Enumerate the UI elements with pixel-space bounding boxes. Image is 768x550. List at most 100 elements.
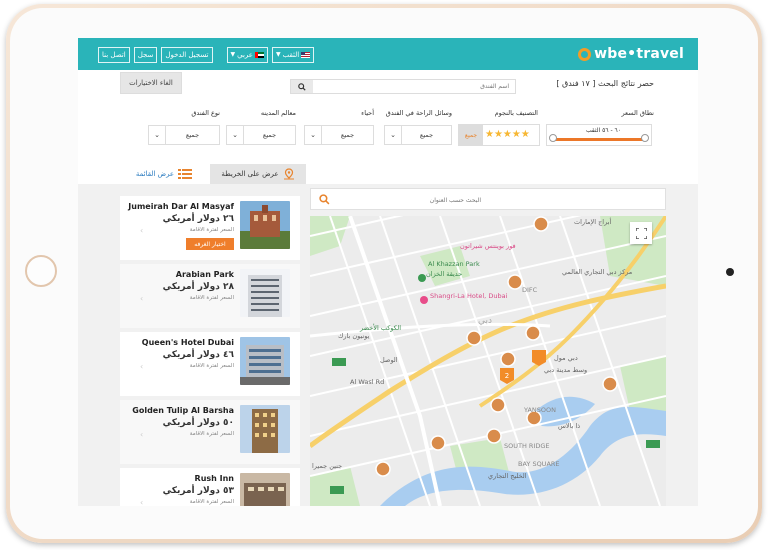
map-label: أبراج الإمارات xyxy=(574,218,612,226)
hotel-name: Jumeirah Dar Al Masyaf xyxy=(128,202,234,211)
chevron-down-icon: ⌄ xyxy=(305,126,322,144)
hotel-marker-icon[interactable] xyxy=(486,428,502,444)
hotel-marker-icon[interactable] xyxy=(507,274,523,290)
price-range-text: ٦٠ - ٥٦ الثقب xyxy=(585,127,621,134)
hotel-marker-icon[interactable] xyxy=(430,435,446,451)
hotel-marker-icon[interactable] xyxy=(375,461,391,477)
landmarks-select[interactable]: ⌄ جميع xyxy=(226,125,296,145)
chevron-left-icon: ‹ xyxy=(140,362,144,371)
amenities-label: وسائل الراحة في الفندق xyxy=(385,109,452,117)
neighborhoods-label: أحياء xyxy=(361,109,374,117)
clear-filters-button[interactable]: الغاء الاختيارات xyxy=(120,72,182,94)
hotel-search[interactable] xyxy=(290,79,516,94)
stars-all-button[interactable]: جميع xyxy=(459,125,483,145)
search-button[interactable] xyxy=(291,80,313,93)
stars-label: التصنيف بالنجوم xyxy=(494,109,538,117)
address-search-input[interactable] xyxy=(339,191,483,209)
hotel-marker-icon[interactable] xyxy=(602,376,618,392)
map-label: BAY SQUARE xyxy=(518,460,560,468)
hotel-card[interactable]: Jumeirah Dar Al Masyaf ٢٦ دولار أمريكي ا… xyxy=(120,196,300,264)
login-button[interactable]: تسجيل الدخول xyxy=(161,47,213,63)
map-label: Shangri-La Hotel, Dubai xyxy=(430,292,508,300)
hotel-card[interactable]: Golden Tulip Al Barsha ٥٠ دولار أمريكي ا… xyxy=(120,400,300,468)
hotel-photo xyxy=(240,405,290,453)
logo-text: wbe•travel xyxy=(594,46,684,62)
map-label: ذا بالاس xyxy=(558,422,581,430)
hotel-photo xyxy=(240,337,290,385)
hotel-marker-icon[interactable] xyxy=(500,351,516,367)
hotel-card[interactable]: Queen's Hotel Dubai ٤٦ دولار أمريكي السع… xyxy=(120,332,300,400)
map-label: DIFC xyxy=(522,286,538,294)
map-label: Al Khazzan Park xyxy=(428,260,480,268)
hotel-price: ٤٦ دولار أمريكي xyxy=(162,350,234,360)
clear-filters-label: الغاء الاختيارات xyxy=(129,79,173,87)
hotel-search-input[interactable] xyxy=(315,80,513,93)
tab-list-label: عرض القائمة xyxy=(135,170,175,178)
map-label: دبي xyxy=(478,316,493,326)
map-label: الكوكب الأخضر xyxy=(360,324,402,332)
brand-logo[interactable]: wbe•travel xyxy=(578,45,684,63)
chevron-left-icon: ‹ xyxy=(140,294,144,303)
price-note: السعر لفترة الاقامة xyxy=(189,499,234,505)
price-note: السعر لفترة الاقامة xyxy=(189,431,234,437)
map-label: يونيون بارك xyxy=(338,332,370,340)
map-canvas[interactable]: 2 xyxy=(310,216,666,506)
hotel-marker-icon[interactable] xyxy=(533,216,549,232)
hotel-photo xyxy=(240,269,290,317)
neighborhoods-select[interactable]: ⌄ جميع xyxy=(304,125,374,145)
hotel-marker-icon[interactable] xyxy=(466,330,482,346)
choose-room-button[interactable]: اختيار الغرفه xyxy=(186,238,234,250)
landmarks-value: جميع xyxy=(262,131,277,139)
hotel-type-value: جميع xyxy=(185,131,200,139)
list-icon xyxy=(178,169,193,179)
hotel-marker-icon[interactable] xyxy=(490,397,506,413)
tab-map-view[interactable]: عرض على الخريطة xyxy=(210,164,306,184)
register-label: سجل xyxy=(137,51,154,59)
map-label: الخليج التجاري xyxy=(488,472,527,480)
chevron-down-icon: ⌄ xyxy=(149,126,166,144)
price-min-handle[interactable] xyxy=(549,134,557,142)
contact-button[interactable]: اتصل بنا xyxy=(98,47,130,63)
price-max-handle[interactable] xyxy=(641,134,649,142)
map-label: حديقة الخزان xyxy=(426,270,463,278)
hotel-card[interactable]: Rush Inn ٥٣ دولار أمريكي السعر لفترة الا… xyxy=(120,468,300,506)
search-icon xyxy=(318,193,329,204)
star-icons[interactable]: ★★★★★ xyxy=(485,129,530,140)
register-button[interactable]: سجل xyxy=(133,47,158,63)
amenities-value: جميع xyxy=(419,131,434,139)
chevron-left-icon: ‹ xyxy=(140,226,144,235)
language-select[interactable]: ▼ عربي xyxy=(226,47,268,63)
amenities-select[interactable]: ⌄ جميع xyxy=(384,125,452,145)
screen: اتصل بنا سجل تسجيل الدخول ▼ عربي ▼ الثقب… xyxy=(78,38,698,506)
stars-all-label: جميع xyxy=(464,131,478,139)
hotel-type-select[interactable]: ⌄ جميع xyxy=(148,125,220,145)
hotel-marker-icon[interactable] xyxy=(525,325,541,341)
price-range-slider[interactable]: ٦٠ - ٥٦ الثقب xyxy=(546,124,652,146)
price-track xyxy=(553,138,645,141)
tab-list-view[interactable]: عرض القائمة xyxy=(124,164,204,184)
address-search[interactable] xyxy=(310,188,666,210)
star-rating-filter[interactable]: جميع ★★★★★ xyxy=(458,124,540,146)
us-flag-icon xyxy=(301,52,311,58)
currency-select[interactable]: ▼ الثقب xyxy=(271,47,315,63)
hotel-photo xyxy=(240,201,290,249)
contact-label: اتصل بنا xyxy=(102,51,126,59)
tab-map-label: عرض على الخريطة xyxy=(221,170,279,178)
fullscreen-button[interactable] xyxy=(630,222,652,244)
chevron-down-icon: ▼ xyxy=(275,51,281,58)
price-note: السعر لفترة الاقامة xyxy=(189,295,234,301)
view-tabs: عرض على الخريطة عرض القائمة xyxy=(78,164,698,185)
home-button[interactable] xyxy=(25,255,57,287)
address-search-button[interactable] xyxy=(311,189,337,209)
map[interactable]: 2 Al Khazzan Park Shangri-La Hotel, Duba… xyxy=(310,216,666,506)
map-label: فور بوينتس شيراتون xyxy=(460,242,516,250)
map-label: الوصل xyxy=(380,356,398,364)
hotel-name: Rush Inn xyxy=(194,474,234,483)
chevron-left-icon: ‹ xyxy=(140,430,144,439)
price-note: السعر لفترة الاقامة xyxy=(189,363,234,369)
map-label: وسط مدينة دبي xyxy=(544,366,588,374)
hotel-list: Jumeirah Dar Al Masyaf ٢٦ دولار أمريكي ا… xyxy=(120,196,300,506)
hotel-name: Arabian Park xyxy=(175,270,234,279)
hotel-card[interactable]: Arabian Park ٢٨ دولار أمريكي السعر لفترة… xyxy=(120,264,300,332)
hotel-name: Queen's Hotel Dubai xyxy=(141,338,234,347)
